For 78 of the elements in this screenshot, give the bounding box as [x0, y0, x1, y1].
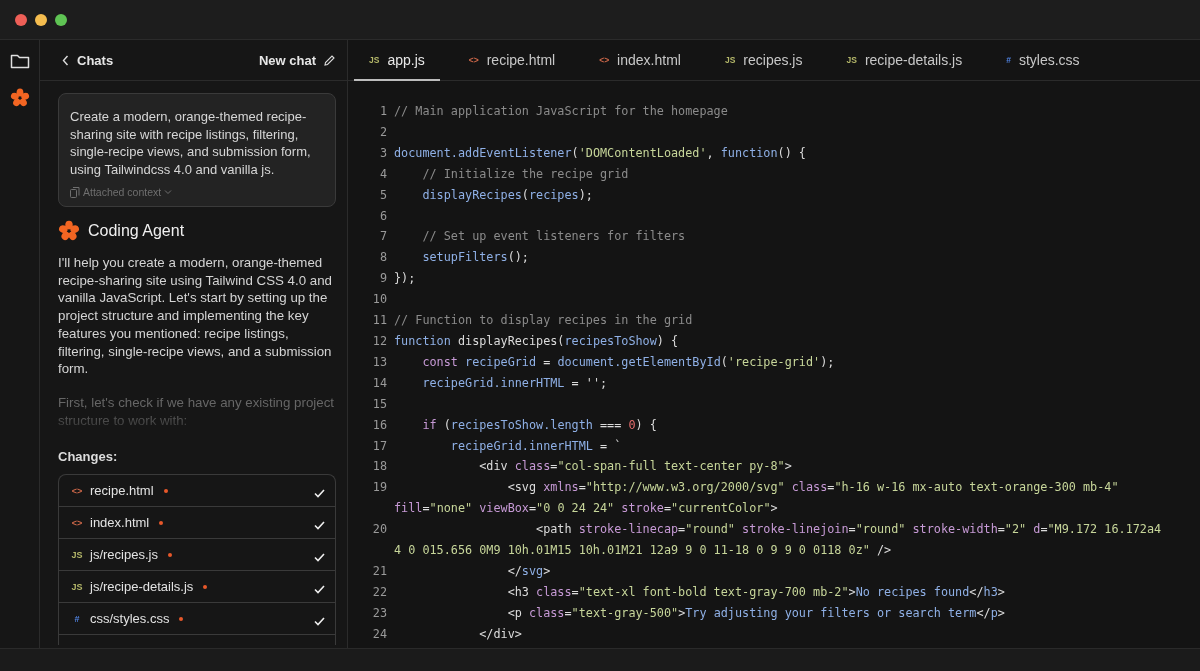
agent-message: I'll help you create a modern, orange-themed recipe-sharing site using Tailwind CSS 4.0 and vanilla JavaScript. Let's start by setting up the project structure and implementing the key features you mentioned: recipe listings, filtering, single-recipe views, and a submission form. [58, 254, 333, 378]
file-tab[interactable]: JS recipe-details.js [831, 40, 978, 81]
maximize-button[interactable] [55, 13, 67, 26]
file-tab[interactable]: JS app.js [354, 40, 440, 81]
line-number: 8 [378, 249, 388, 267]
copy-icon [70, 186, 80, 198]
new-chat-button[interactable]: New chat [258, 52, 335, 68]
code-line: 4 0 015.656 0M9 10h.01M15 10h.01M21 12a9 9 0 11-18 0 9 9 0 0118 0z" /> [394, 543, 892, 558]
changed-file-name[interactable]: index.html [90, 515, 150, 531]
code-line: <p class="text-gray-500">Try adjusting your filters or search term</p> [506, 604, 1005, 622]
line-number: 10 [371, 291, 388, 309]
code-line: </svg> [506, 562, 551, 580]
line-number: 5 [378, 186, 388, 204]
line-number: 11 [371, 312, 388, 330]
agent-name: Coding Agent [88, 222, 185, 240]
file-type-icon: <> [71, 517, 83, 528]
pencil-icon [324, 54, 335, 66]
back-to-chats-button[interactable]: Chats [62, 52, 114, 68]
code-line: const recipeGrid = document.getElementById('recipe-grid'); [421, 353, 835, 371]
code-line: <h3 class="text-xl font-bold text-gray-700 mb-2">No recipes found</h3> [506, 583, 1005, 601]
chevron-down-icon [164, 189, 173, 195]
code-line: <svg xmlns="http://www.w3.org/2000/svg" class="h-16 w-16 mx-auto text-orange-300 mb-4" [506, 479, 1119, 497]
line-number: 24 [371, 625, 388, 643]
changed-file-name[interactable]: js/recipe-details.js [90, 579, 194, 595]
file-type-icon: JS [71, 581, 83, 592]
code-line: // Function to display recipes in the grid [394, 312, 693, 330]
line-number: 21 [371, 562, 388, 580]
line-number: 1 [378, 103, 388, 120]
code-line: if (recipesToShow.length === 0) { [421, 416, 657, 434]
file-type-icon: # [71, 613, 83, 624]
line-number: 13 [371, 353, 388, 371]
line-number: 20 [371, 521, 388, 539]
code-line: function displayRecipes(recipesToShow) { [394, 332, 679, 350]
code-line: }); [394, 270, 416, 288]
file-type-icon: <> [71, 485, 83, 496]
close-button[interactable] [15, 13, 27, 26]
code-line: document.addEventListener('DOMContentLoaded', function() { [394, 144, 806, 162]
code-line: <div class="col-span-full text-center py-8"> [478, 458, 792, 476]
code-line: </div> [478, 625, 522, 643]
line-number: 12 [371, 332, 388, 350]
line-number: 17 [371, 437, 388, 455]
line-number: 23 [371, 604, 388, 622]
code-line: fill="none" viewBox="0 0 24 24" stroke="currentColor"> [394, 501, 778, 516]
code-line: // Set up event listeners for filters [421, 228, 686, 246]
changes-heading: Changes: [58, 449, 119, 465]
code-line: <path stroke-linecap="round" stroke-linejoin="round" stroke-width="2" d="M9.172 16.172a4 [535, 521, 1162, 539]
code-line: recipeGrid.innerHTML = ` [449, 437, 622, 455]
line-number: 3 [378, 144, 388, 162]
file-tab[interactable]: <> index.html [584, 40, 696, 81]
code-line: setupFilters(); [421, 249, 529, 267]
prompt-text: Create a modern, orange-themed recipe-sharing site with recipe listings, filtering, single-recipe views, and submission form, using Tailwindcss 4.0 and vanilla js. [70, 108, 312, 178]
changed-file-name[interactable]: recipe.html [90, 483, 154, 499]
line-number: 14 [371, 374, 388, 392]
file-tab[interactable]: <> recipe.html [453, 40, 571, 81]
line-number: 9 [378, 270, 388, 288]
line-number: 6 [378, 207, 388, 225]
file-tab[interactable]: # styles.css [991, 40, 1095, 81]
line-number: 18 [371, 458, 388, 476]
changed-file-name[interactable]: js/recipes.js [90, 547, 158, 563]
changed-file-name[interactable]: css/styles.css [90, 611, 170, 627]
code-line: // Initialize the recipe grid [421, 165, 629, 183]
chevron-left-icon [62, 54, 69, 66]
file-type-icon: JS [71, 549, 83, 560]
minimize-button[interactable] [35, 13, 47, 26]
line-number: 4 [378, 165, 388, 183]
code-line: // Main application JavaScript for the homepage [394, 103, 728, 120]
code-line: displayRecipes(recipes); [421, 186, 593, 204]
folder-icon[interactable] [9, 52, 30, 70]
line-number: 2 [378, 123, 388, 141]
code-line: recipeGrid.innerHTML = ''; [421, 374, 608, 392]
line-number: 15 [371, 395, 388, 413]
line-number: 7 [378, 228, 388, 246]
flower-logo-icon[interactable] [9, 88, 30, 108]
flower-logo-icon [58, 220, 80, 242]
line-number: 16 [371, 416, 388, 434]
line-number: 19 [371, 479, 388, 497]
line-number: 22 [371, 583, 388, 601]
file-tab[interactable]: JS recipes.js [709, 40, 818, 81]
